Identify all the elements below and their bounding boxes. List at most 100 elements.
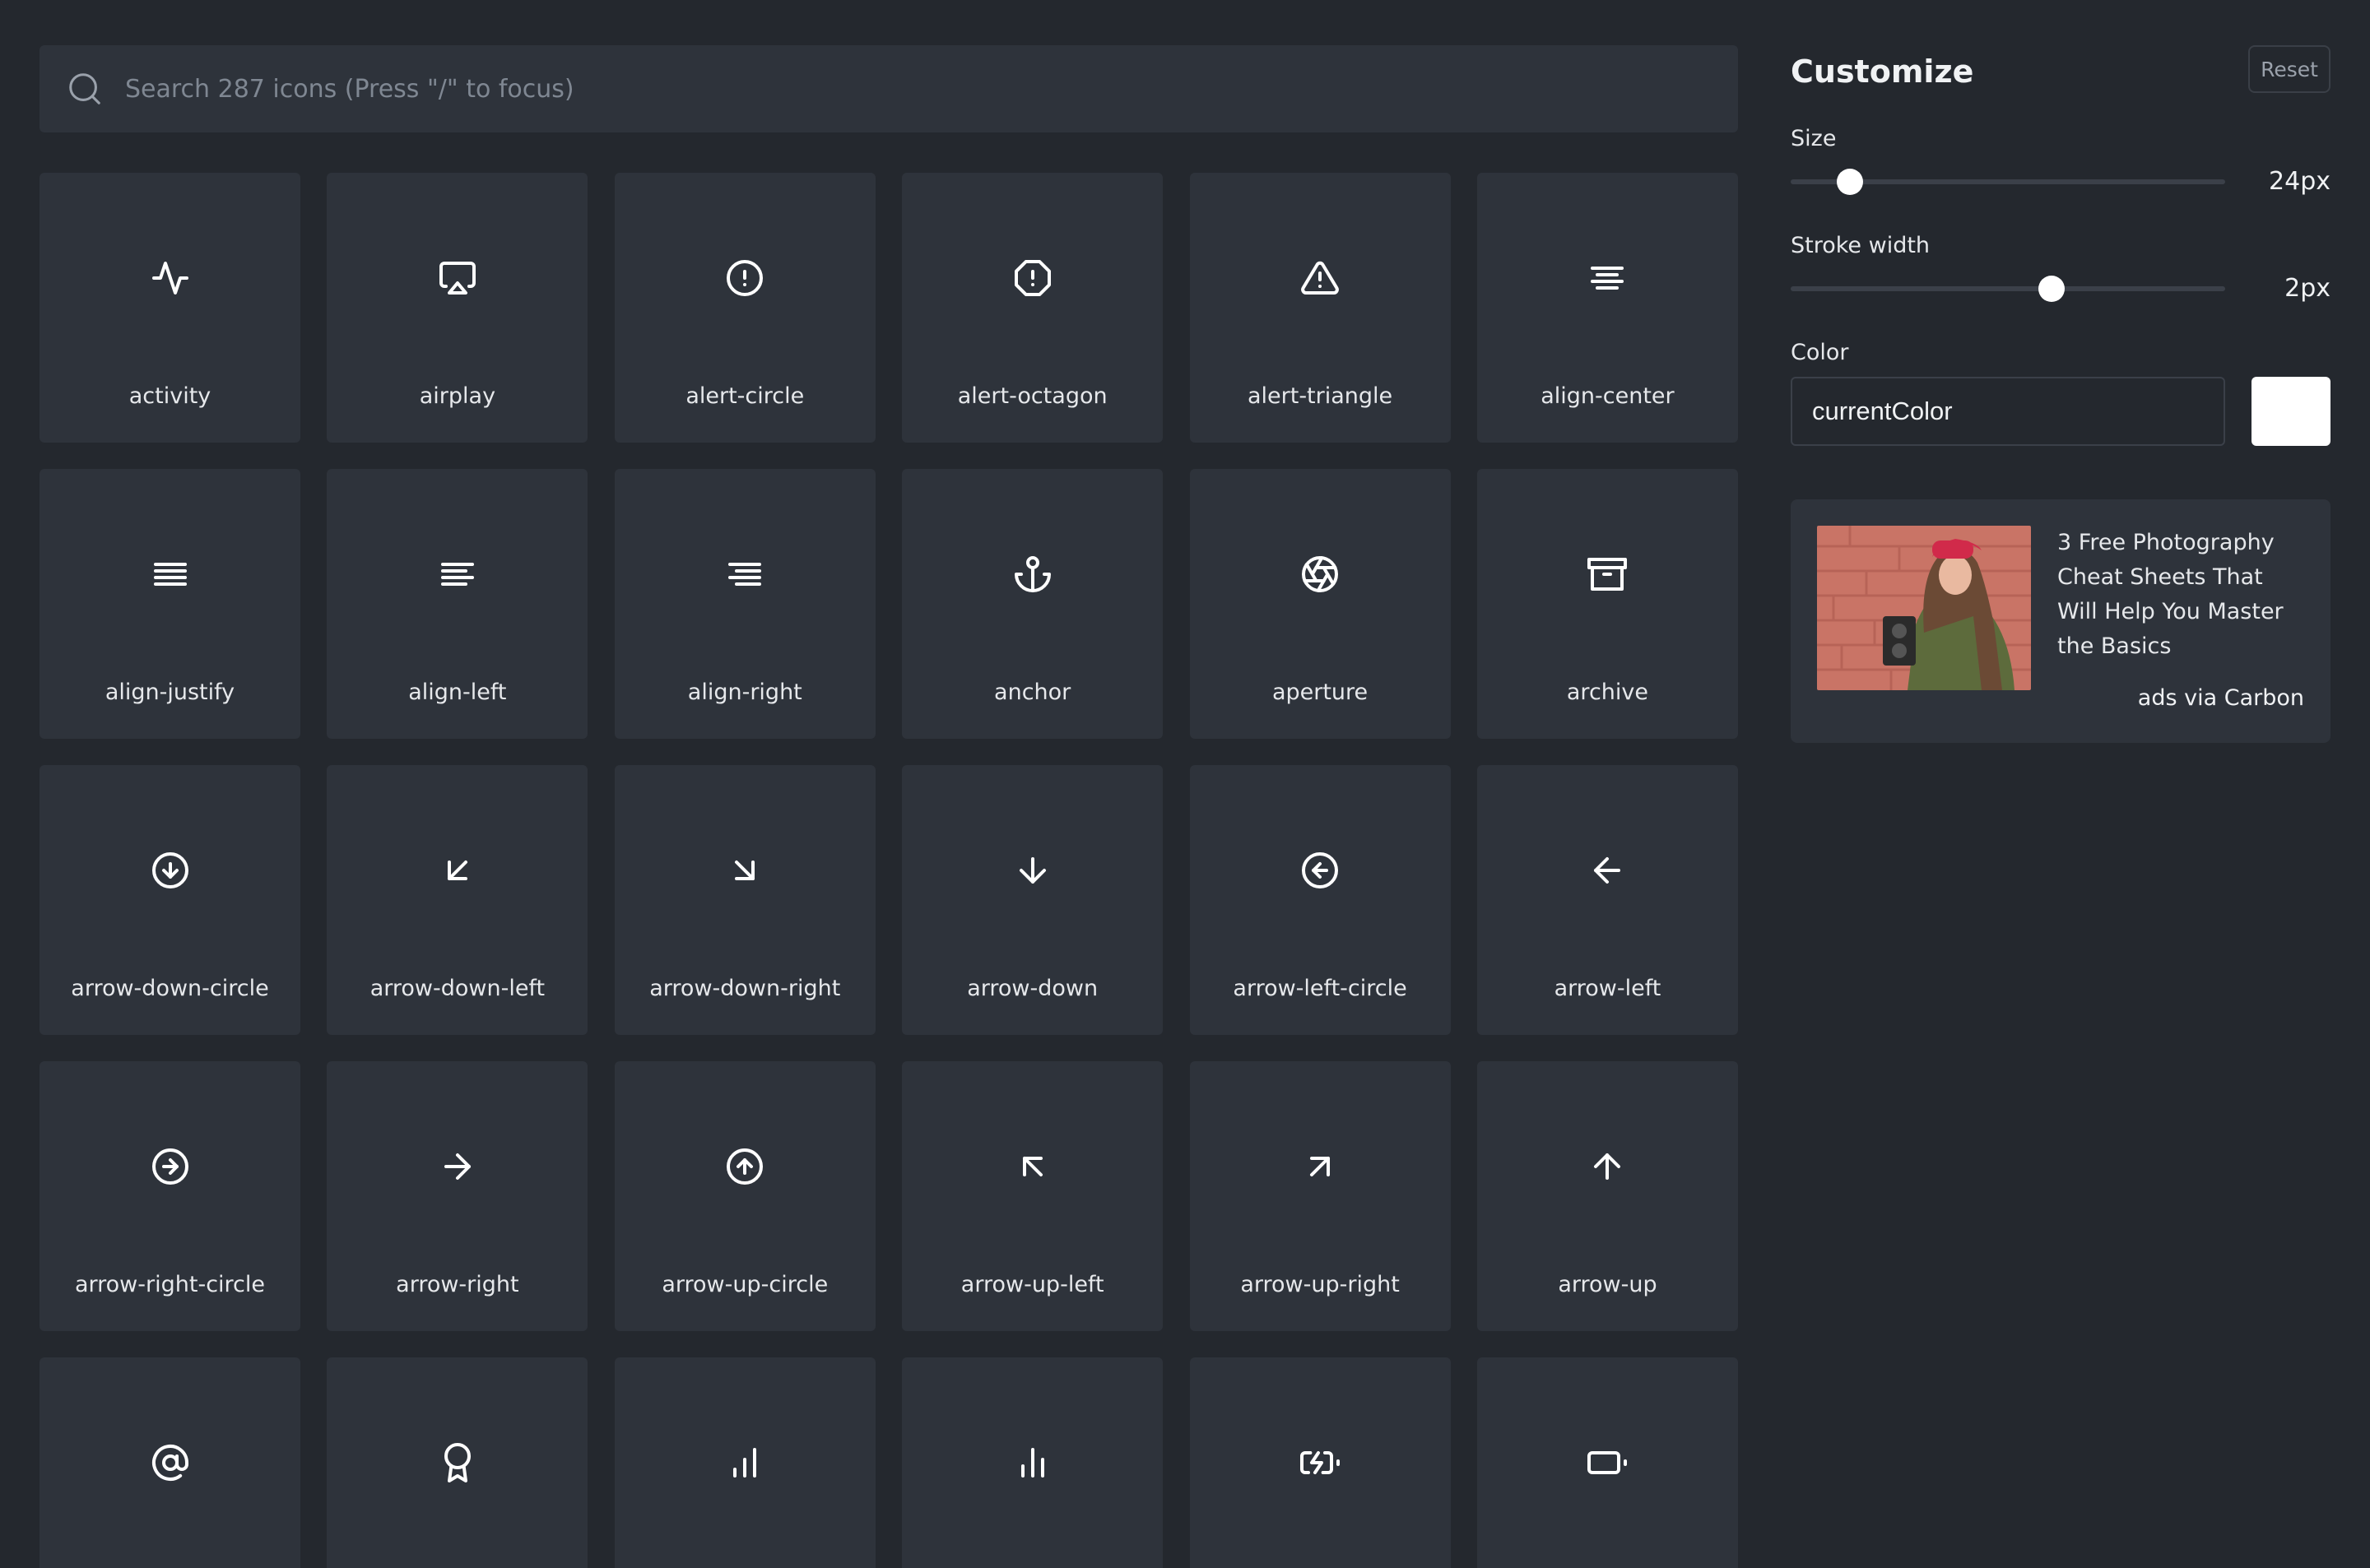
icon-tile-arrow-down[interactable]: arrow-down bbox=[902, 765, 1164, 1035]
icon-tile-label: arrow-up-left bbox=[960, 1272, 1104, 1297]
battery-icon bbox=[1587, 1451, 1628, 1474]
icon-tile-arrow-right[interactable]: arrow-right bbox=[327, 1061, 588, 1331]
arrow-down-left-icon bbox=[447, 861, 467, 880]
reset-button[interactable]: Reset bbox=[2248, 45, 2330, 93]
alert-triangle-icon bbox=[1301, 261, 1339, 295]
icon-tile-label: archive bbox=[1566, 680, 1648, 705]
arrow-down-right-icon bbox=[735, 861, 755, 880]
stroke-width-slider-thumb[interactable] bbox=[2038, 276, 2065, 302]
icon-tile-align-right[interactable]: align-right bbox=[614, 469, 876, 739]
icon-tile-anchor[interactable]: anchor bbox=[902, 469, 1164, 739]
icon-tile-label: alert-triangle bbox=[1247, 383, 1393, 409]
arrow-up-icon bbox=[1594, 1153, 1621, 1180]
icon-tile-label: align-center bbox=[1540, 383, 1675, 409]
icon-tile-arrow-left-circle[interactable]: arrow-left-circle bbox=[1189, 765, 1451, 1035]
icon-tile-align-justify[interactable]: align-justify bbox=[40, 469, 300, 739]
icon-tile-airplay[interactable]: airplay bbox=[327, 173, 588, 443]
icon-tile-label: align-left bbox=[408, 680, 507, 705]
bar-chart-2-icon bbox=[1020, 1448, 1044, 1478]
stroke-width-value: 2px bbox=[2284, 274, 2330, 303]
align-center-icon bbox=[1591, 267, 1624, 290]
icon-tile-arrow-left[interactable]: arrow-left bbox=[1476, 765, 1738, 1035]
color-input[interactable] bbox=[1791, 377, 2225, 446]
icon-tile-activity[interactable]: activity bbox=[40, 173, 300, 443]
size-slider[interactable] bbox=[1791, 169, 2225, 195]
icon-grid: activity airplay alert-circle alert-octagon… bbox=[40, 173, 1738, 1568]
icon-tile-label: arrow-down-left bbox=[369, 976, 546, 1001]
arrow-up-right-icon bbox=[1310, 1157, 1331, 1176]
icon-tile-label: arrow-up bbox=[1558, 1272, 1657, 1297]
anchor-icon bbox=[1014, 556, 1051, 592]
icon-tile-label: arrow-right-circle bbox=[74, 1272, 266, 1297]
icon-tile-label: airplay bbox=[419, 383, 496, 409]
icon-tile-bar-chart-2[interactable]: bar-chart-2 bbox=[902, 1357, 1164, 1568]
search-bar[interactable] bbox=[40, 44, 1738, 133]
icon-tile-alert-circle[interactable]: alert-circle bbox=[614, 173, 876, 443]
icon-tile-bar-chart[interactable]: bar-chart bbox=[614, 1357, 876, 1568]
arrow-up-circle-icon bbox=[727, 1148, 764, 1185]
ad-via-carbon[interactable]: ads via Carbon bbox=[2138, 685, 2304, 711]
archive-icon bbox=[1587, 558, 1628, 591]
icon-tile-archive[interactable]: archive bbox=[1476, 469, 1738, 739]
stroke-width-slider[interactable] bbox=[1791, 276, 2225, 302]
icon-tile-label: alert-circle bbox=[685, 383, 805, 409]
battery-charging-icon bbox=[1300, 1451, 1341, 1474]
align-justify-icon bbox=[153, 563, 187, 586]
icon-tile-arrow-down-circle[interactable]: arrow-down-circle bbox=[40, 765, 300, 1035]
panel-title: Customize bbox=[1791, 53, 1974, 90]
icon-tile-arrow-up-right[interactable]: arrow-up-right bbox=[1189, 1061, 1451, 1331]
stroke-width-label: Stroke width bbox=[1791, 233, 1931, 258]
icon-tile-label: arrow-down-circle bbox=[71, 976, 269, 1001]
airplay-icon bbox=[439, 262, 476, 295]
search-icon bbox=[69, 73, 100, 104]
icon-tile-label: align-justify bbox=[105, 680, 235, 705]
alert-octagon-icon bbox=[1014, 260, 1051, 296]
icon-tile-alert-triangle[interactable]: alert-triangle bbox=[1189, 173, 1451, 443]
color-swatch[interactable] bbox=[2252, 377, 2330, 446]
icon-tile-label: arrow-left bbox=[1554, 976, 1661, 1001]
ad-image[interactable] bbox=[1817, 526, 2031, 690]
size-value: 24px bbox=[2269, 167, 2330, 196]
icon-tile-arrow-down-left[interactable]: arrow-down-left bbox=[327, 765, 588, 1035]
icon-tile-alert-octagon[interactable]: alert-octagon bbox=[902, 173, 1164, 443]
icon-tile-arrow-up[interactable]: arrow-up bbox=[1476, 1061, 1738, 1331]
icon-tile-at-sign[interactable]: at-sign bbox=[40, 1357, 300, 1568]
icon-tile-label: arrow-down-right bbox=[649, 976, 841, 1001]
size-slider-thumb[interactable] bbox=[1837, 169, 1863, 195]
icon-tile-align-left[interactable]: align-left bbox=[327, 469, 588, 739]
search-input[interactable] bbox=[123, 44, 1738, 133]
icon-tile-label: arrow-up-right bbox=[1240, 1272, 1400, 1297]
align-left-icon bbox=[440, 563, 474, 586]
align-right-icon bbox=[728, 563, 762, 586]
icon-tile-award[interactable]: award bbox=[327, 1357, 588, 1568]
icon-tile-label: anchor bbox=[994, 680, 1071, 705]
icon-tile-arrow-right-circle[interactable]: arrow-right-circle bbox=[40, 1061, 300, 1331]
alert-circle-icon bbox=[727, 260, 764, 296]
aperture-icon bbox=[1302, 556, 1339, 592]
icon-tile-label: activity bbox=[128, 383, 211, 409]
icon-tile-arrow-up-circle[interactable]: arrow-up-circle bbox=[614, 1061, 876, 1331]
icon-tile-label: align-right bbox=[687, 680, 802, 705]
icon-tile-label: arrow-up-circle bbox=[662, 1272, 829, 1297]
arrow-down-icon bbox=[1019, 857, 1046, 884]
award-icon bbox=[444, 1443, 471, 1482]
icon-tile-label: alert-octagon bbox=[957, 383, 1108, 409]
arrow-right-circle-icon bbox=[151, 1148, 188, 1185]
icon-tile-label: arrow-down bbox=[967, 976, 1099, 1001]
icon-tile-battery[interactable]: battery bbox=[1476, 1357, 1738, 1568]
icon-tile-aperture[interactable]: aperture bbox=[1189, 469, 1451, 739]
icon-tile-align-center[interactable]: align-center bbox=[1476, 173, 1738, 443]
icon-tile-arrow-up-left[interactable]: arrow-up-left bbox=[902, 1061, 1164, 1331]
at-sign-icon bbox=[151, 1445, 188, 1481]
carbon-ad[interactable]: 3 Free Photography Cheat Sheets That Wil… bbox=[1791, 499, 2330, 743]
icon-browser-app: activity airplay alert-circle alert-octagon… bbox=[0, 0, 2370, 1568]
bar-chart-icon bbox=[733, 1448, 757, 1478]
icon-tile-label: aperture bbox=[1271, 680, 1369, 705]
icon-tile-label: arrow-left-circle bbox=[1233, 976, 1407, 1001]
icon-tile-battery-charging[interactable]: battery-charging bbox=[1189, 1357, 1451, 1568]
arrow-right-icon bbox=[444, 1153, 471, 1180]
ad-text[interactable]: 3 Free Photography Cheat Sheets That Wil… bbox=[2057, 526, 2304, 664]
arrow-left-circle-icon bbox=[1302, 852, 1339, 888]
icon-tile-arrow-down-right[interactable]: arrow-down-right bbox=[614, 765, 876, 1035]
activity-icon bbox=[151, 262, 188, 295]
